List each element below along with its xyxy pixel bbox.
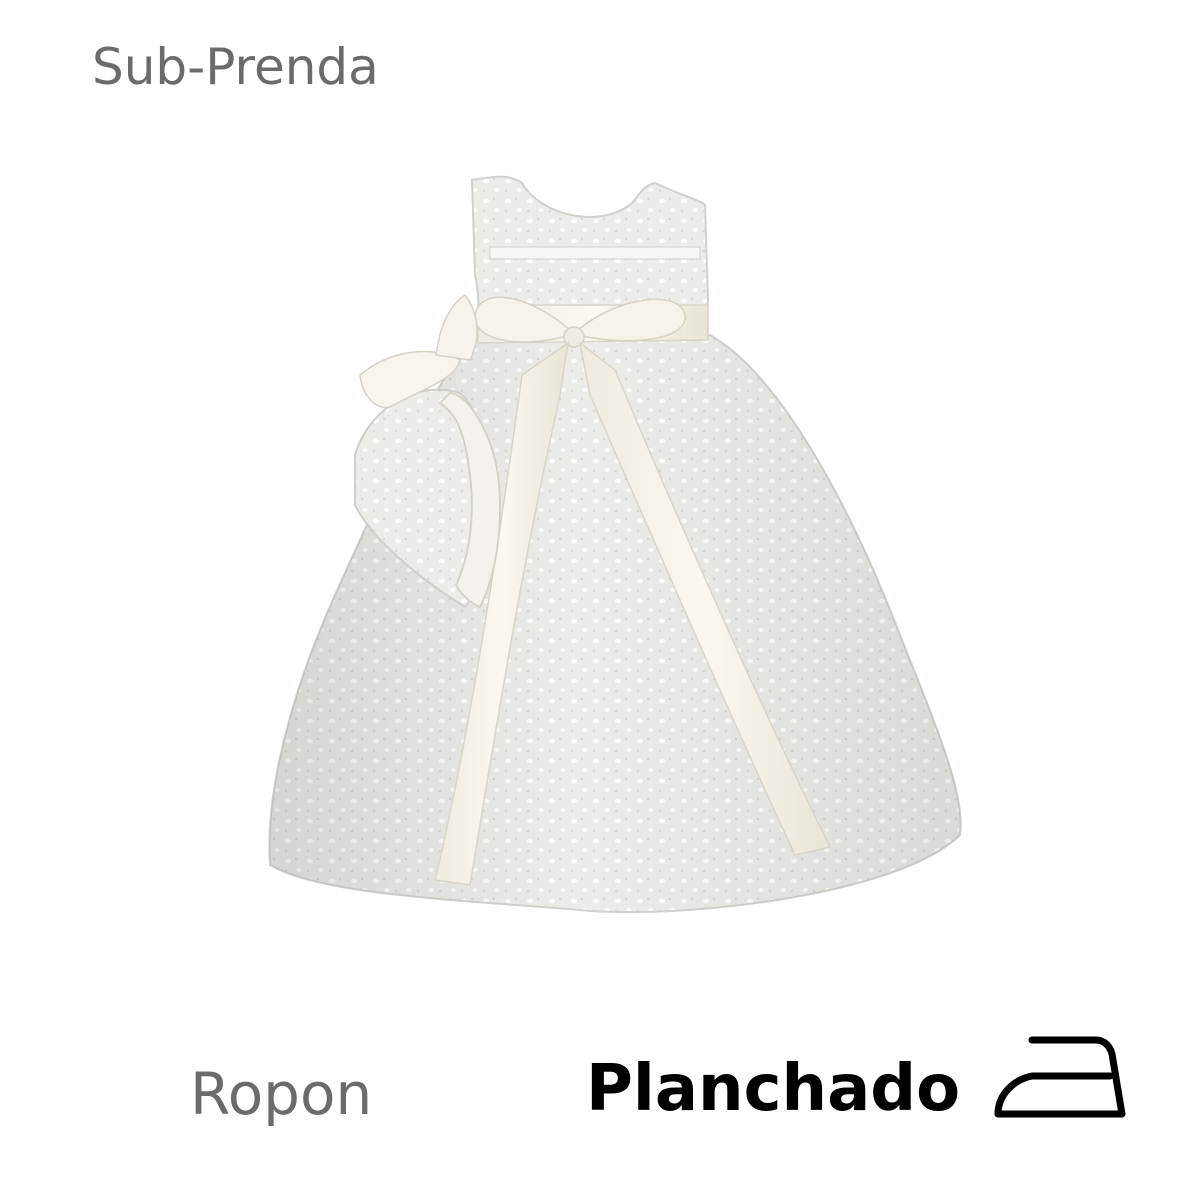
care-instruction-label: Planchado bbox=[586, 1052, 961, 1126]
sub-garment-label: Sub-Prenda bbox=[92, 38, 379, 96]
garment-name: Ropon bbox=[190, 1060, 373, 1128]
iron-icon bbox=[994, 1036, 1126, 1118]
christening-gown-image bbox=[268, 175, 962, 914]
